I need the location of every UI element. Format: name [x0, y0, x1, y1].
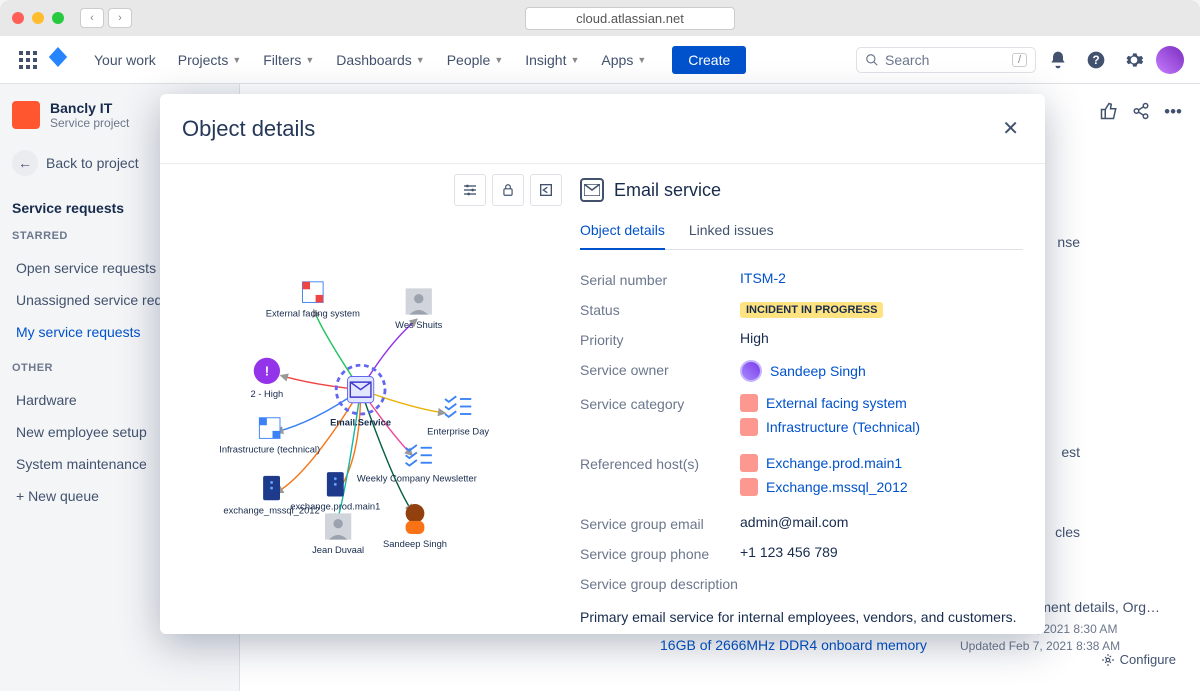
field-label: Priority: [580, 330, 740, 348]
tab-linked-issues[interactable]: Linked issues: [689, 216, 774, 249]
field-label: Service group description: [580, 574, 740, 592]
graph-node-infra: Infrastructure (technical): [219, 418, 320, 455]
close-icon[interactable]: ✕: [998, 112, 1023, 145]
svg-text:Wes Shuits: Wes Shuits: [395, 320, 442, 330]
browser-forward[interactable]: ›: [108, 8, 132, 28]
field-label: Status: [580, 300, 740, 318]
svg-text:exchange_mssql_2012: exchange_mssql_2012: [223, 505, 319, 515]
nav-insight[interactable]: Insight▼: [515, 46, 589, 74]
app-header: Your work Projects▼ Filters▼ Dashboards▼…: [0, 36, 1200, 84]
graph-node-wes: Wes Shuits: [395, 288, 442, 329]
host-link[interactable]: Exchange.prod.main1: [766, 455, 902, 471]
priority-value: High: [740, 330, 1023, 346]
host-swatch: [740, 454, 758, 472]
field-label: Referenced host(s): [580, 454, 740, 472]
svg-text:Sandeep Singh: Sandeep Singh: [383, 539, 447, 549]
nav-projects[interactable]: Projects▼: [168, 46, 252, 74]
more-icon[interactable]: •••: [1164, 102, 1182, 125]
category-link[interactable]: Infrastructure (Technical): [766, 419, 920, 435]
graph-node-priority: ! 2 - High: [250, 358, 283, 399]
category-swatch: [740, 394, 758, 412]
project-name: Bancly IT: [50, 100, 129, 116]
browser-titlebar: ‹ › cloud.atlassian.net: [0, 0, 1200, 36]
category-swatch: [740, 418, 758, 436]
details-pane: Email service Object details Linked issu…: [580, 164, 1045, 634]
gear-icon: [1101, 653, 1115, 667]
field-label: Service group email: [580, 514, 740, 532]
field-label: Service group phone: [580, 544, 740, 562]
nav-apps[interactable]: Apps▼: [591, 46, 656, 74]
owner-link[interactable]: Sandeep Singh: [770, 363, 866, 379]
svg-text:Weekly Company Newsletter: Weekly Company Newsletter: [357, 474, 477, 484]
bg-text: est: [1061, 444, 1080, 460]
graph-node-enterprise: Enterprise Day: [427, 396, 489, 436]
app-switcher-icon[interactable]: [16, 48, 40, 72]
memory-link[interactable]: 16GB of 2666MHz DDR4 onboard memory: [660, 637, 927, 653]
email-value: admin@mail.com: [740, 514, 1023, 530]
bg-text: nse: [1057, 234, 1080, 250]
status-badge: INCIDENT IN PROGRESS: [740, 302, 883, 318]
phone-value: +1 123 456 789: [740, 544, 1023, 560]
host-swatch: [740, 478, 758, 496]
tab-object-details[interactable]: Object details: [580, 216, 665, 250]
notifications-icon[interactable]: [1042, 44, 1074, 76]
field-label: Service category: [580, 394, 740, 412]
configure-link[interactable]: Configure: [1101, 652, 1176, 667]
graph-pane[interactable]: Email.Service External facing system Wes…: [160, 164, 580, 634]
nav-your-work[interactable]: Your work: [84, 46, 166, 74]
project-type: Service project: [50, 116, 129, 130]
svg-text:?: ?: [1092, 54, 1099, 67]
create-button[interactable]: Create: [672, 46, 746, 74]
bg-text: cles: [1055, 524, 1080, 540]
search-icon: [865, 53, 879, 67]
search-shortcut: /: [1012, 53, 1027, 67]
description-text: Primary email service for internal emplo…: [580, 608, 1023, 628]
updated-text: Updated Feb 7, 2021 8:38 AM: [960, 639, 1120, 653]
graph-node-host2: exchange_mssql_2012: [223, 476, 319, 516]
graph-node-jean: Jean Duvaal: [312, 513, 364, 554]
svg-text:Infrastructure (technical): Infrastructure (technical): [219, 444, 320, 454]
lock-icon[interactable]: [492, 174, 524, 206]
owner-avatar: [740, 360, 762, 382]
serial-link[interactable]: ITSM-2: [740, 270, 1023, 286]
window-controls[interactable]: [12, 12, 64, 24]
svg-text:External facing system: External facing system: [266, 309, 360, 319]
field-label: Serial number: [580, 270, 740, 288]
graph-node-sandeep: Sandeep Singh: [383, 504, 447, 549]
browser-back[interactable]: ‹: [80, 8, 104, 28]
nav-filters[interactable]: Filters▼: [253, 46, 324, 74]
svg-text:Email.Service: Email.Service: [330, 417, 391, 427]
svg-text:Jean Duvaal: Jean Duvaal: [312, 545, 364, 555]
host-link[interactable]: Exchange.mssql_2012: [766, 479, 908, 495]
back-arrow-icon: ←: [12, 150, 38, 176]
category-link[interactable]: External facing system: [766, 395, 907, 411]
field-label: Service owner: [580, 360, 740, 378]
help-icon[interactable]: ?: [1080, 44, 1112, 76]
nav-people[interactable]: People▼: [437, 46, 514, 74]
project-icon: [12, 101, 40, 129]
svg-text:2 - High: 2 - High: [250, 389, 283, 399]
settings-icon[interactable]: [1118, 44, 1150, 76]
object-details-modal: Object details ✕: [160, 94, 1045, 634]
relationship-graph[interactable]: Email.Service External facing system Wes…: [170, 174, 570, 624]
email-icon: [580, 178, 604, 202]
graph-node-ext: External facing system: [266, 282, 360, 319]
object-title: Email service: [614, 180, 721, 201]
share-icon[interactable]: [1132, 102, 1150, 125]
bg-text: ment details, Org…: [1039, 599, 1160, 615]
url-bar[interactable]: cloud.atlassian.net: [525, 7, 735, 30]
graph-filter-icon[interactable]: [454, 174, 486, 206]
expand-icon[interactable]: [530, 174, 562, 206]
modal-title: Object details: [182, 116, 315, 142]
like-icon[interactable]: [1100, 102, 1118, 125]
jira-logo-icon[interactable]: [48, 47, 68, 72]
user-avatar[interactable]: [1156, 46, 1184, 74]
svg-text:!: !: [265, 364, 269, 379]
nav-dashboards[interactable]: Dashboards▼: [326, 46, 434, 74]
svg-text:Enterprise Day: Enterprise Day: [427, 427, 489, 437]
search-input[interactable]: Search /: [856, 47, 1036, 73]
graph-node-newsletter: Weekly Company Newsletter: [357, 445, 477, 484]
